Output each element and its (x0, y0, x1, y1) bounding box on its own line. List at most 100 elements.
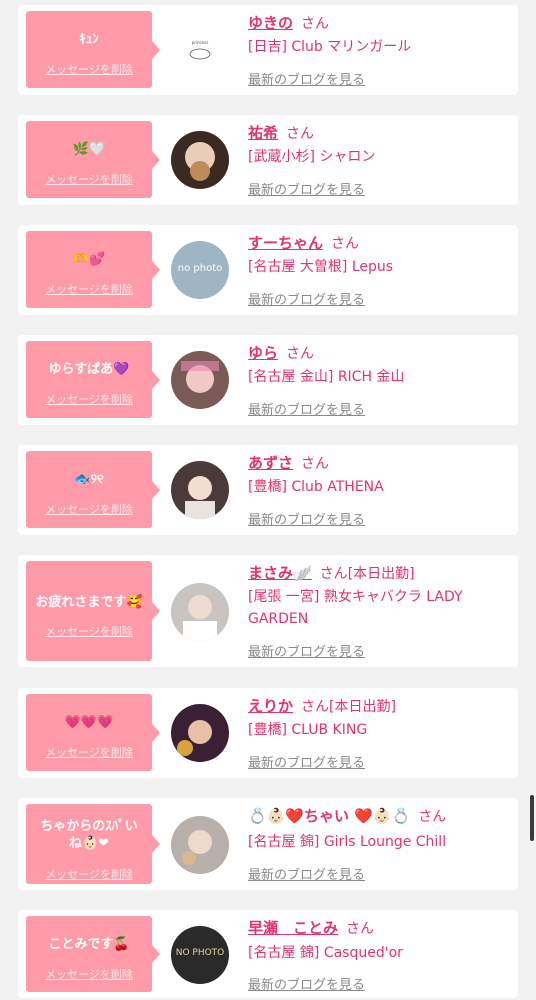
honorific: さん (301, 456, 330, 472)
message-card: ｷｭﾝ メッセージを削除 princess ゆきの さん [日吉] Club マリ… (18, 5, 518, 95)
message-card: お疲れさまです🥰 メッセージを削除 まさみ🪽 さん[本日出勤] [尾張 一宮] 熟… (18, 555, 518, 667)
message-text: ことみです🍒 (48, 937, 130, 952)
shop-info: [日吉] Club マリンガール (248, 39, 412, 55)
avatar[interactable] (171, 816, 229, 874)
avatar[interactable] (171, 461, 229, 519)
shop-info: [名古屋 金山] RICH 金山 (248, 369, 405, 385)
shop-info: [武蔵小杉] シャロン (248, 149, 376, 165)
message-text: 🫶💕 (72, 252, 106, 267)
cast-name-link[interactable]: あずさ (248, 454, 293, 472)
latest-blog-link[interactable]: 最新のブログを見る (248, 752, 365, 771)
avatar-photo-icon (181, 361, 219, 393)
cast-name-link[interactable]: えりか (248, 697, 293, 715)
message-card: ゆらすばあ💜 メッセージを削除 ゆら さん [名古屋 金山] RICH 金山 最新… (18, 335, 518, 425)
cast-name-link[interactable]: 祐希 (248, 124, 278, 142)
cast-name-link[interactable]: ゆら (248, 344, 278, 362)
message-card: ちゃからのｽﾊﾟいね👶🏻❤ メッセージを削除 💍👶🏻❤️ちゃい ❤️👶🏻💍 さん … (18, 798, 518, 890)
name-line: 💍👶🏻❤️ちゃい ❤️👶🏻💍 さん (248, 806, 512, 826)
latest-blog-link[interactable]: 最新のブログを見る (248, 641, 365, 660)
latest-blog-link[interactable]: 最新のブログを見る (248, 399, 365, 418)
name-line: ゆきの さん (248, 13, 512, 33)
honorific: さん (301, 699, 330, 715)
message-bubble: 💗💗💗 メッセージを削除 (26, 694, 160, 771)
message-card: 🫶💕 メッセージを削除 no photo すーちゃん さん [名古屋 大曽根] L… (18, 225, 518, 315)
shop-info: [豊橋] CLUB KING (248, 722, 368, 738)
message-text: ゆらすばあ💜 (48, 362, 130, 377)
delete-message-link[interactable]: メッセージを削除 (26, 501, 152, 517)
message-text: 💗💗💗 (64, 715, 114, 730)
message-text: 🌿🤍 (72, 142, 106, 157)
honorific: さん (286, 346, 315, 362)
delete-message-link[interactable]: メッセージを削除 (26, 61, 152, 77)
shop-info: [名古屋 錦] Girls Lounge Chill (248, 834, 447, 850)
latest-blog-link[interactable]: 最新のブログを見る (248, 974, 365, 993)
delete-message-link[interactable]: メッセージを削除 (26, 171, 152, 187)
delete-message-link[interactable]: メッセージを削除 (26, 866, 152, 882)
message-text: ｷｭﾝ (79, 32, 99, 47)
honorific: さん (319, 566, 348, 582)
message-bubble: ゆらすばあ💜 メッセージを削除 (26, 341, 160, 418)
shop-info: [豊橋] Club ATHENA (248, 479, 384, 495)
delete-message-link[interactable]: メッセージを削除 (26, 391, 152, 407)
message-bubble: 🫶💕 メッセージを削除 (26, 231, 160, 308)
name-line: すーちゃん さん (248, 233, 512, 253)
scrollbar[interactable] (530, 795, 534, 841)
message-bubble: ちゃからのｽﾊﾟいね👶🏻❤ メッセージを削除 (26, 804, 160, 884)
avatar[interactable] (171, 704, 229, 762)
avatar[interactable]: NO PHOTO (171, 926, 229, 984)
delete-message-link[interactable]: メッセージを削除 (26, 744, 152, 760)
avatar-photo-icon (182, 830, 212, 865)
name-line: ゆら さん (248, 343, 512, 363)
delete-message-link[interactable]: メッセージを削除 (26, 966, 152, 982)
avatar-photo-icon (185, 142, 215, 181)
avatar-photo-icon (177, 720, 212, 756)
cast-name-link[interactable]: 💍👶🏻❤️ちゃい ❤️👶🏻💍 (248, 807, 410, 825)
name-line: えりか さん[本日出勤] (248, 696, 512, 716)
latest-blog-link[interactable]: 最新のブログを見る (248, 509, 365, 528)
message-bubble: ことみです🍒 メッセージを削除 (26, 916, 160, 992)
avatar[interactable] (171, 583, 229, 641)
avatar-doodle-icon: princess (189, 40, 211, 60)
message-text: お疲れさまです🥰 (35, 595, 143, 610)
attendance-status: [本日出勤] (329, 699, 396, 715)
name-line: 祐希 さん (248, 123, 512, 143)
message-text: ちゃからのｽﾊﾟいね👶🏻❤ (40, 819, 138, 851)
cast-name-link[interactable]: ゆきの (248, 14, 293, 32)
name-line: まさみ🪽 さん[本日出勤] (248, 563, 512, 583)
shop-info: [名古屋 大曽根] Lepus (248, 259, 394, 275)
delete-message-link[interactable]: メッセージを削除 (26, 281, 152, 297)
no-photo-label: NO PHOTO (175, 948, 225, 958)
avatar[interactable] (171, 131, 229, 189)
shop-info: [名古屋 錦] Casqued'or (248, 945, 403, 961)
honorific: さん (346, 921, 375, 937)
avatar[interactable] (171, 351, 229, 409)
name-line: 早瀬 ことみ さん (248, 918, 512, 938)
avatar[interactable]: no photo (171, 241, 229, 299)
message-card: 🐟୨୧ メッセージを削除 あずさ さん [豊橋] Club ATHENA 最新のブ… (18, 445, 518, 535)
name-line: あずさ さん (248, 453, 512, 473)
delete-message-link[interactable]: メッセージを削除 (26, 623, 152, 639)
message-card: 🌿🤍 メッセージを削除 祐希 さん [武蔵小杉] シャロン 最新のブログを見る (18, 115, 518, 205)
honorific: さん (418, 809, 447, 825)
avatar[interactable]: princess (171, 21, 229, 79)
latest-blog-link[interactable]: 最新のブログを見る (248, 289, 365, 308)
attendance-status: [本日出勤] (347, 566, 415, 582)
latest-blog-link[interactable]: 最新のブログを見る (248, 864, 365, 883)
message-bubble: 🐟୨୧ メッセージを削除 (26, 451, 160, 528)
latest-blog-link[interactable]: 最新のブログを見る (248, 69, 365, 88)
honorific: さん (286, 126, 315, 142)
cast-name-link[interactable]: まさみ🪽 (248, 564, 312, 582)
avatar-photo-icon (183, 595, 217, 641)
message-text: 🐟୨୧ (74, 472, 104, 487)
shop-info: [尾張 一宮] 熟女キャバクラ LADY GARDEN (248, 589, 463, 627)
cast-name-link[interactable]: 早瀬 ことみ (248, 919, 338, 937)
message-bubble: お疲れさまです🥰 メッセージを削除 (26, 561, 160, 661)
message-bubble: ｷｭﾝ メッセージを削除 (26, 11, 160, 88)
latest-blog-link[interactable]: 最新のブログを見る (248, 179, 365, 198)
cast-name-link[interactable]: すーちゃん (248, 234, 323, 252)
honorific: さん (331, 236, 360, 252)
message-bubble: 🌿🤍 メッセージを削除 (26, 121, 160, 198)
avatar-photo-icon (185, 476, 215, 519)
svg-text:princess: princess (192, 40, 209, 45)
message-card: ことみです🍒 メッセージを削除 NO PHOTO 早瀬 ことみ さん [名古屋 錦… (18, 910, 518, 998)
